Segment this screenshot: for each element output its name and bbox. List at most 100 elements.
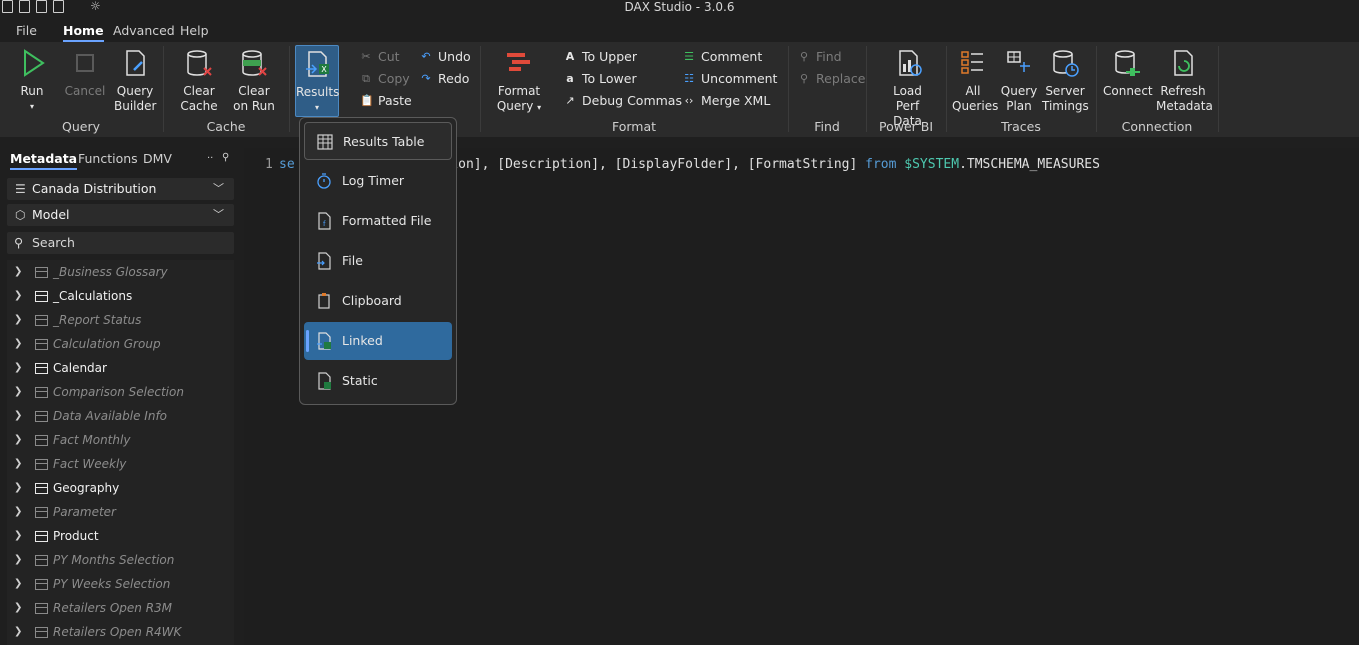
- pin-icon[interactable]: ⚲: [222, 152, 229, 163]
- table-row[interactable]: ❯ _Business Glossary: [7, 260, 234, 284]
- table-row[interactable]: ❯ Fact Monthly: [7, 428, 234, 452]
- expand-chevron-icon[interactable]: ❯: [14, 620, 22, 644]
- expand-chevron-icon[interactable]: ❯: [14, 260, 22, 284]
- to-upper-button[interactable]: A To Upper: [564, 49, 637, 64]
- tab-dmv[interactable]: DMV: [143, 151, 172, 166]
- clear-cache-button[interactable]: Clear Cache: [178, 48, 220, 114]
- merge-xml-button[interactable]: ‹› Merge XML: [683, 93, 771, 108]
- group-label-format: Format: [611, 119, 657, 134]
- expand-chevron-icon[interactable]: ❯: [14, 476, 22, 500]
- database-dropdown[interactable]: ☰ Canada Distribution ﹀: [7, 178, 234, 200]
- tab-home[interactable]: Home: [63, 23, 104, 42]
- server-timings-label-2: Timings: [1042, 99, 1089, 113]
- menu-item-static[interactable]: Static: [304, 362, 452, 400]
- copy-button[interactable]: ⧉ Copy: [360, 71, 410, 86]
- table-row[interactable]: ❯ Fact Weekly: [7, 452, 234, 476]
- more-icon[interactable]: ··: [207, 153, 213, 164]
- table-row[interactable]: ❯ Parameter: [7, 500, 234, 524]
- load-perf-data-button[interactable]: Load Perf Data: [880, 48, 935, 129]
- table-row[interactable]: ❯ Calculation Group: [7, 332, 234, 356]
- menu-item-label: Log Timer: [342, 173, 405, 188]
- undo-button[interactable]: ↶ Undo: [420, 49, 470, 64]
- expand-chevron-icon[interactable]: ❯: [14, 500, 22, 524]
- debug-commas-label: Debug Commas: [582, 93, 682, 108]
- menu-item-results-table[interactable]: Results Table: [304, 122, 452, 160]
- menu-item-log-timer[interactable]: Log Timer: [304, 162, 452, 200]
- menu-item-linked[interactable]: Linked: [304, 322, 452, 360]
- cancel-button[interactable]: Cancel: [64, 48, 106, 99]
- tab-help[interactable]: Help: [180, 23, 209, 38]
- table-row[interactable]: ❯ Geography: [7, 476, 234, 500]
- find-button[interactable]: ⚲ Find: [798, 49, 842, 64]
- comment-button[interactable]: ☰ Comment: [683, 49, 762, 64]
- menu-item-formatted-file[interactable]: f Formatted File: [304, 202, 452, 240]
- table-row[interactable]: ❯ Product: [7, 524, 234, 548]
- menu-file[interactable]: File: [16, 23, 37, 38]
- server-timings-button[interactable]: Server Timings: [1042, 48, 1089, 114]
- menu-item-label: File: [342, 253, 363, 268]
- expand-chevron-icon[interactable]: ❯: [14, 380, 22, 404]
- expand-chevron-icon[interactable]: ❯: [14, 404, 22, 428]
- group-label-find: Find: [814, 119, 840, 134]
- menu-item-label: Results Table: [343, 134, 425, 149]
- query-plan-button[interactable]: Query Plan: [999, 48, 1039, 114]
- table-row[interactable]: ❯ PY Weeks Selection: [7, 572, 234, 596]
- model-dropdown[interactable]: ⬡ Model ﹀: [7, 204, 234, 226]
- cut-button[interactable]: ✂ Cut: [360, 49, 399, 64]
- expand-chevron-icon[interactable]: ❯: [14, 596, 22, 620]
- refresh-metadata-button[interactable]: Refresh Metadata: [1156, 48, 1213, 114]
- table-row[interactable]: ❯ Retailers Open R4WK: [7, 620, 234, 644]
- search-input[interactable]: ⚲ Search: [7, 232, 234, 254]
- expand-chevron-icon[interactable]: ❯: [14, 548, 22, 572]
- line-number: 1: [265, 157, 273, 172]
- search-placeholder: Search: [32, 235, 75, 250]
- redo-button[interactable]: ↷ Redo: [420, 71, 469, 86]
- table-row[interactable]: ❯ Comparison Selection: [7, 380, 234, 404]
- table-row[interactable]: ❯ PY Months Selection: [7, 548, 234, 572]
- debug-commas-button[interactable]: ↗ Debug Commas: [564, 93, 682, 108]
- menu-item-file[interactable]: File: [304, 242, 452, 280]
- table-row[interactable]: ❯ Data Available Info: [7, 404, 234, 428]
- cancel-label: Cancel: [64, 84, 106, 98]
- table-icon: [317, 134, 333, 150]
- table-row[interactable]: ❯ _Report Status: [7, 308, 234, 332]
- clear-on-run-button[interactable]: Clear on Run: [232, 48, 276, 114]
- merge-xml-label: Merge XML: [701, 93, 771, 108]
- table-icon: [35, 483, 48, 494]
- chevron-down-icon: ▾: [29, 102, 34, 111]
- tab-advanced[interactable]: Advanced: [113, 23, 175, 38]
- file-icon: [317, 252, 331, 270]
- expand-chevron-icon[interactable]: ❯: [14, 284, 22, 308]
- expand-chevron-icon[interactable]: ❯: [14, 428, 22, 452]
- table-name: Data Available Info: [53, 409, 168, 423]
- expand-chevron-icon[interactable]: ❯: [14, 356, 22, 380]
- paste-button[interactable]: 📋 Paste: [360, 93, 412, 108]
- all-queries-button[interactable]: All Queries: [952, 48, 998, 114]
- uncomment-button[interactable]: ☷ Uncomment: [683, 71, 777, 86]
- refresh-metadata-icon: [1174, 50, 1193, 76]
- replace-icon: ⚲: [799, 71, 809, 85]
- connect-button[interactable]: Connect: [1103, 48, 1153, 99]
- tab-metadata[interactable]: Metadata: [10, 151, 78, 170]
- table-row[interactable]: ❯ Retailers Open R3M: [7, 596, 234, 620]
- to-upper-label: To Upper: [582, 49, 637, 64]
- expand-chevron-icon[interactable]: ❯: [14, 452, 22, 476]
- menu-item-clipboard[interactable]: Clipboard: [304, 282, 452, 320]
- tab-functions[interactable]: Functions: [78, 151, 138, 166]
- to-lower-button[interactable]: a To Lower: [564, 71, 636, 86]
- expand-chevron-icon[interactable]: ❯: [14, 308, 22, 332]
- table-row[interactable]: ❯ Calendar: [7, 356, 234, 380]
- results-button[interactable]: X Results ▾: [295, 45, 339, 117]
- run-button[interactable]: Run ▾: [14, 48, 50, 114]
- expand-chevron-icon[interactable]: ❯: [14, 524, 22, 548]
- group-label-cache: Cache: [206, 119, 246, 134]
- connect-label: Connect: [1103, 84, 1153, 98]
- expand-chevron-icon[interactable]: ❯: [14, 332, 22, 356]
- query-builder-button[interactable]: Query Builder: [114, 48, 156, 114]
- format-query-button[interactable]: Format Query ▾: [496, 48, 542, 115]
- replace-button[interactable]: ⚲ Replace: [798, 71, 865, 86]
- table-row[interactable]: ❯ _Calculations: [7, 284, 234, 308]
- expand-chevron-icon[interactable]: ❯: [14, 572, 22, 596]
- chevron-down-icon: ▾: [537, 103, 542, 112]
- stop-icon: [76, 54, 94, 72]
